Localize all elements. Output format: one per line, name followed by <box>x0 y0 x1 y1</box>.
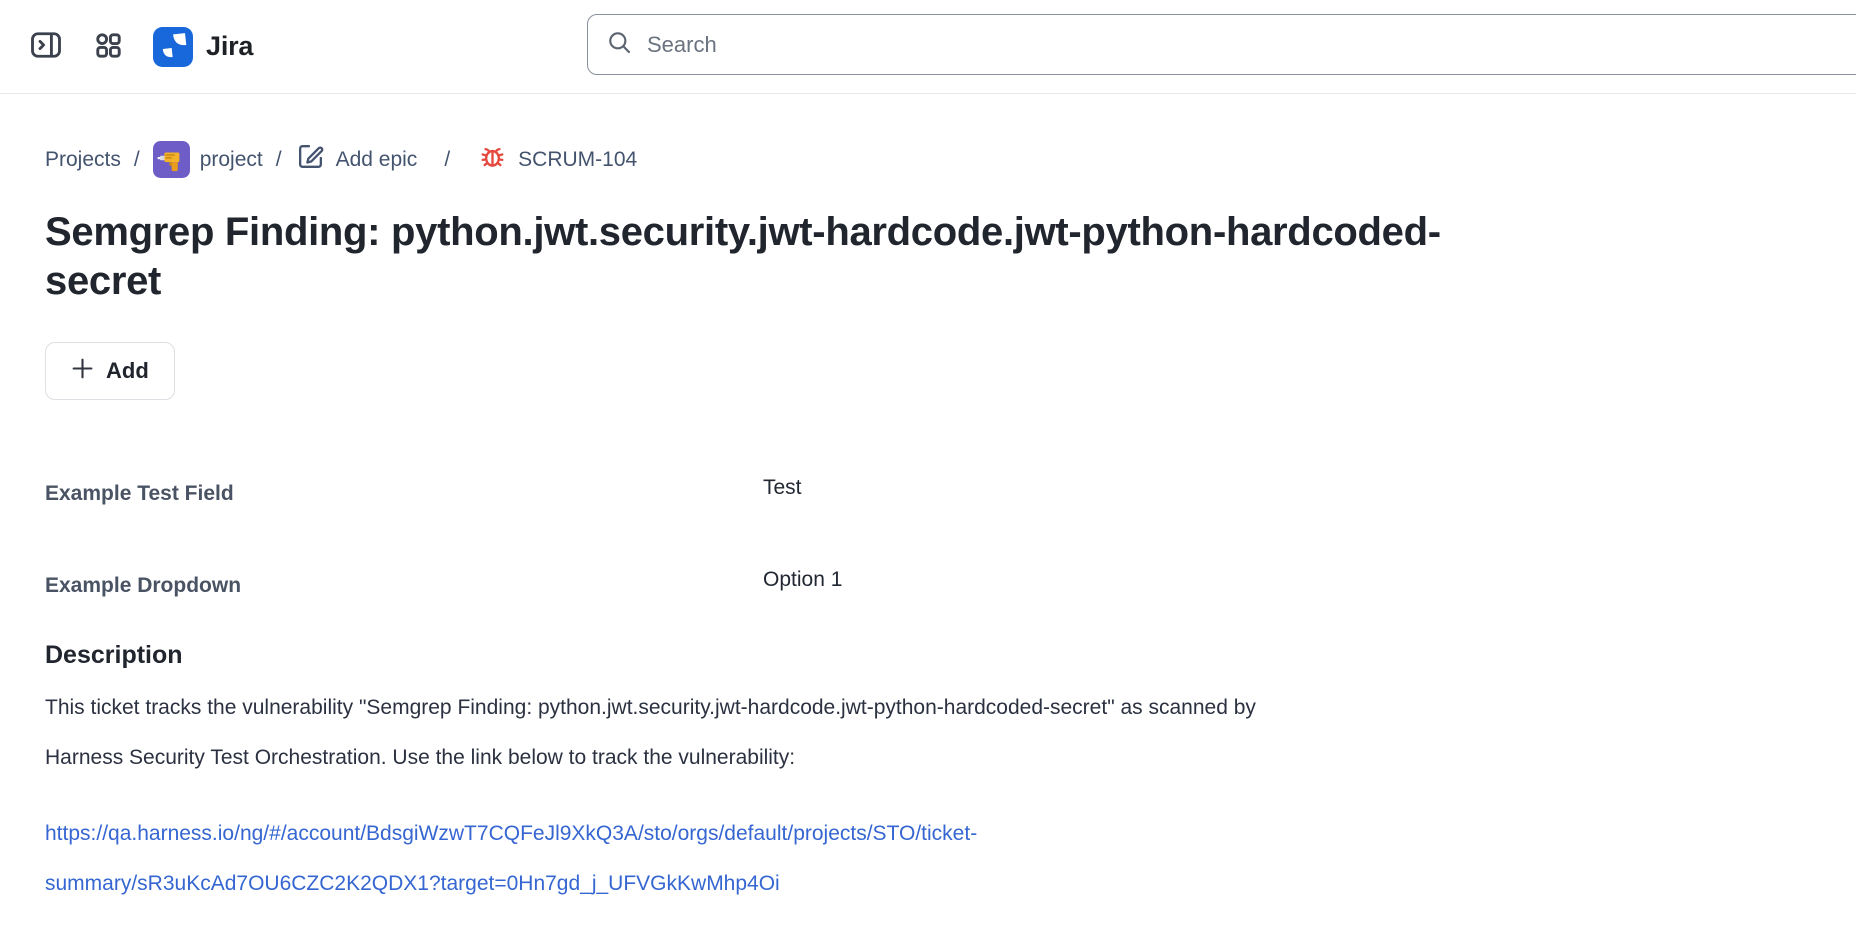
vulnerability-link[interactable]: https://qa.harness.io/ng/#/account/Bdsgi… <box>45 809 1285 909</box>
description-heading: Description <box>45 640 1856 670</box>
breadcrumb: Projects / project / <box>45 141 1856 178</box>
search-icon <box>606 29 633 61</box>
description-section: Description This ticket tracks the vulne… <box>45 640 1856 909</box>
issue-title: Semgrep Finding: python.jwt.security.jwt… <box>45 208 1535 306</box>
breadcrumb-issue-key[interactable]: SCRUM-104 <box>477 141 637 178</box>
add-button-label: Add <box>106 358 149 384</box>
edit-pencil-icon <box>295 141 326 178</box>
breadcrumb-project[interactable]: project <box>153 141 263 178</box>
sidebar-expand-icon <box>28 27 64 66</box>
breadcrumb-separator: / <box>444 148 450 172</box>
field-label: Example Test Field <box>45 480 763 508</box>
breadcrumb-separator: / <box>276 148 282 172</box>
app-switcher-button[interactable] <box>89 28 127 66</box>
top-navigation-bar: Jira <box>0 0 1856 94</box>
global-search <box>587 14 1856 75</box>
breadcrumb-separator: / <box>134 148 140 172</box>
field-row: Example Test Field Test <box>45 480 1856 508</box>
add-button[interactable]: Add <box>45 342 175 400</box>
sidebar-toggle-button[interactable] <box>27 28 65 66</box>
bug-icon <box>477 141 508 178</box>
field-value[interactable]: Option 1 <box>763 566 1856 594</box>
app-brand[interactable]: Jira <box>153 27 253 67</box>
field-row: Example Dropdown Option 1 <box>45 572 1856 600</box>
jira-logo-icon <box>153 27 193 67</box>
field-label: Example Dropdown <box>45 572 763 600</box>
field-value[interactable]: Test <box>763 474 1856 502</box>
description-body: This ticket tracks the vulnerability "Se… <box>45 683 1285 783</box>
search-input[interactable] <box>647 32 1856 58</box>
issue-view: Projects / project / <box>0 141 1856 909</box>
project-avatar-icon <box>153 141 190 178</box>
app-switcher-grid-icon <box>92 29 125 65</box>
plus-icon <box>71 357 94 386</box>
custom-fields: Example Test Field Test Example Dropdown… <box>45 480 1856 600</box>
app-title: Jira <box>206 31 253 62</box>
breadcrumb-projects[interactable]: Projects <box>45 148 121 172</box>
breadcrumb-add-epic[interactable]: Add epic <box>295 141 418 178</box>
